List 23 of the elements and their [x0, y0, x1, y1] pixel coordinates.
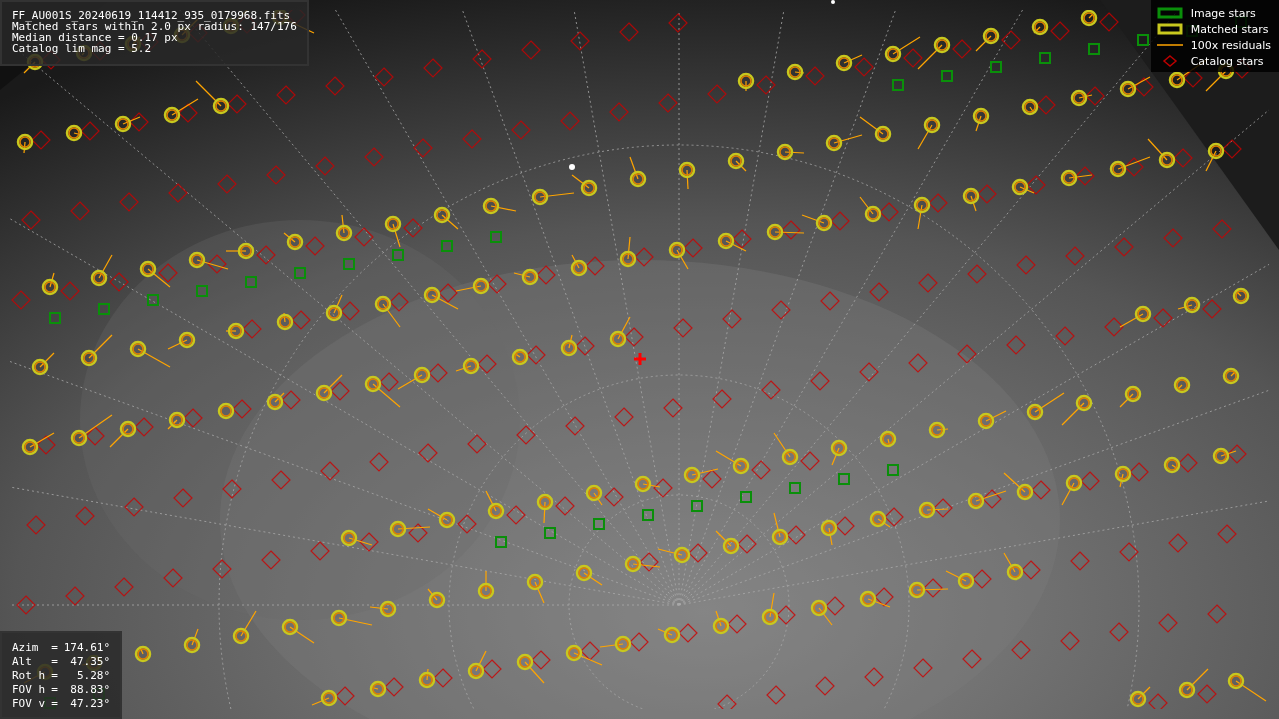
pointing-value: 47.23°	[69, 697, 111, 711]
equals-sign: =	[51, 697, 58, 711]
legend-label: Image stars	[1190, 6, 1256, 20]
pointing-value: 174.61°	[63, 641, 111, 655]
info-text: Median distance = 0.17 px	[12, 32, 178, 43]
info-text: Catalog lim mag = 5.2	[12, 43, 153, 54]
legend-label: Matched stars	[1190, 22, 1269, 36]
pointing-value: 88.83°	[69, 683, 111, 697]
pointing-label: FOV v	[12, 697, 46, 711]
legend-label: 100x residuals	[1190, 38, 1271, 52]
info-text: FF_AU001S_20240619_114412_935_0179968.fits	[12, 10, 292, 21]
equals-sign: =	[51, 669, 58, 683]
info-text: Matched stars within 2.0 px radius: 147/176	[12, 21, 297, 32]
equals-sign: =	[51, 683, 58, 697]
pointing-value: 47.35°	[69, 655, 111, 669]
pointing-value: 5.28°	[76, 669, 111, 683]
equals-sign: =	[51, 655, 58, 669]
pointing-label: Azim	[12, 641, 40, 655]
pointing-label: FOV h	[12, 683, 46, 697]
pointing-label: Alt	[12, 655, 33, 669]
legend-label: Catalog stars	[1190, 54, 1264, 68]
equals-sign: =	[51, 641, 58, 655]
pointing-label: Rot h	[12, 669, 46, 683]
